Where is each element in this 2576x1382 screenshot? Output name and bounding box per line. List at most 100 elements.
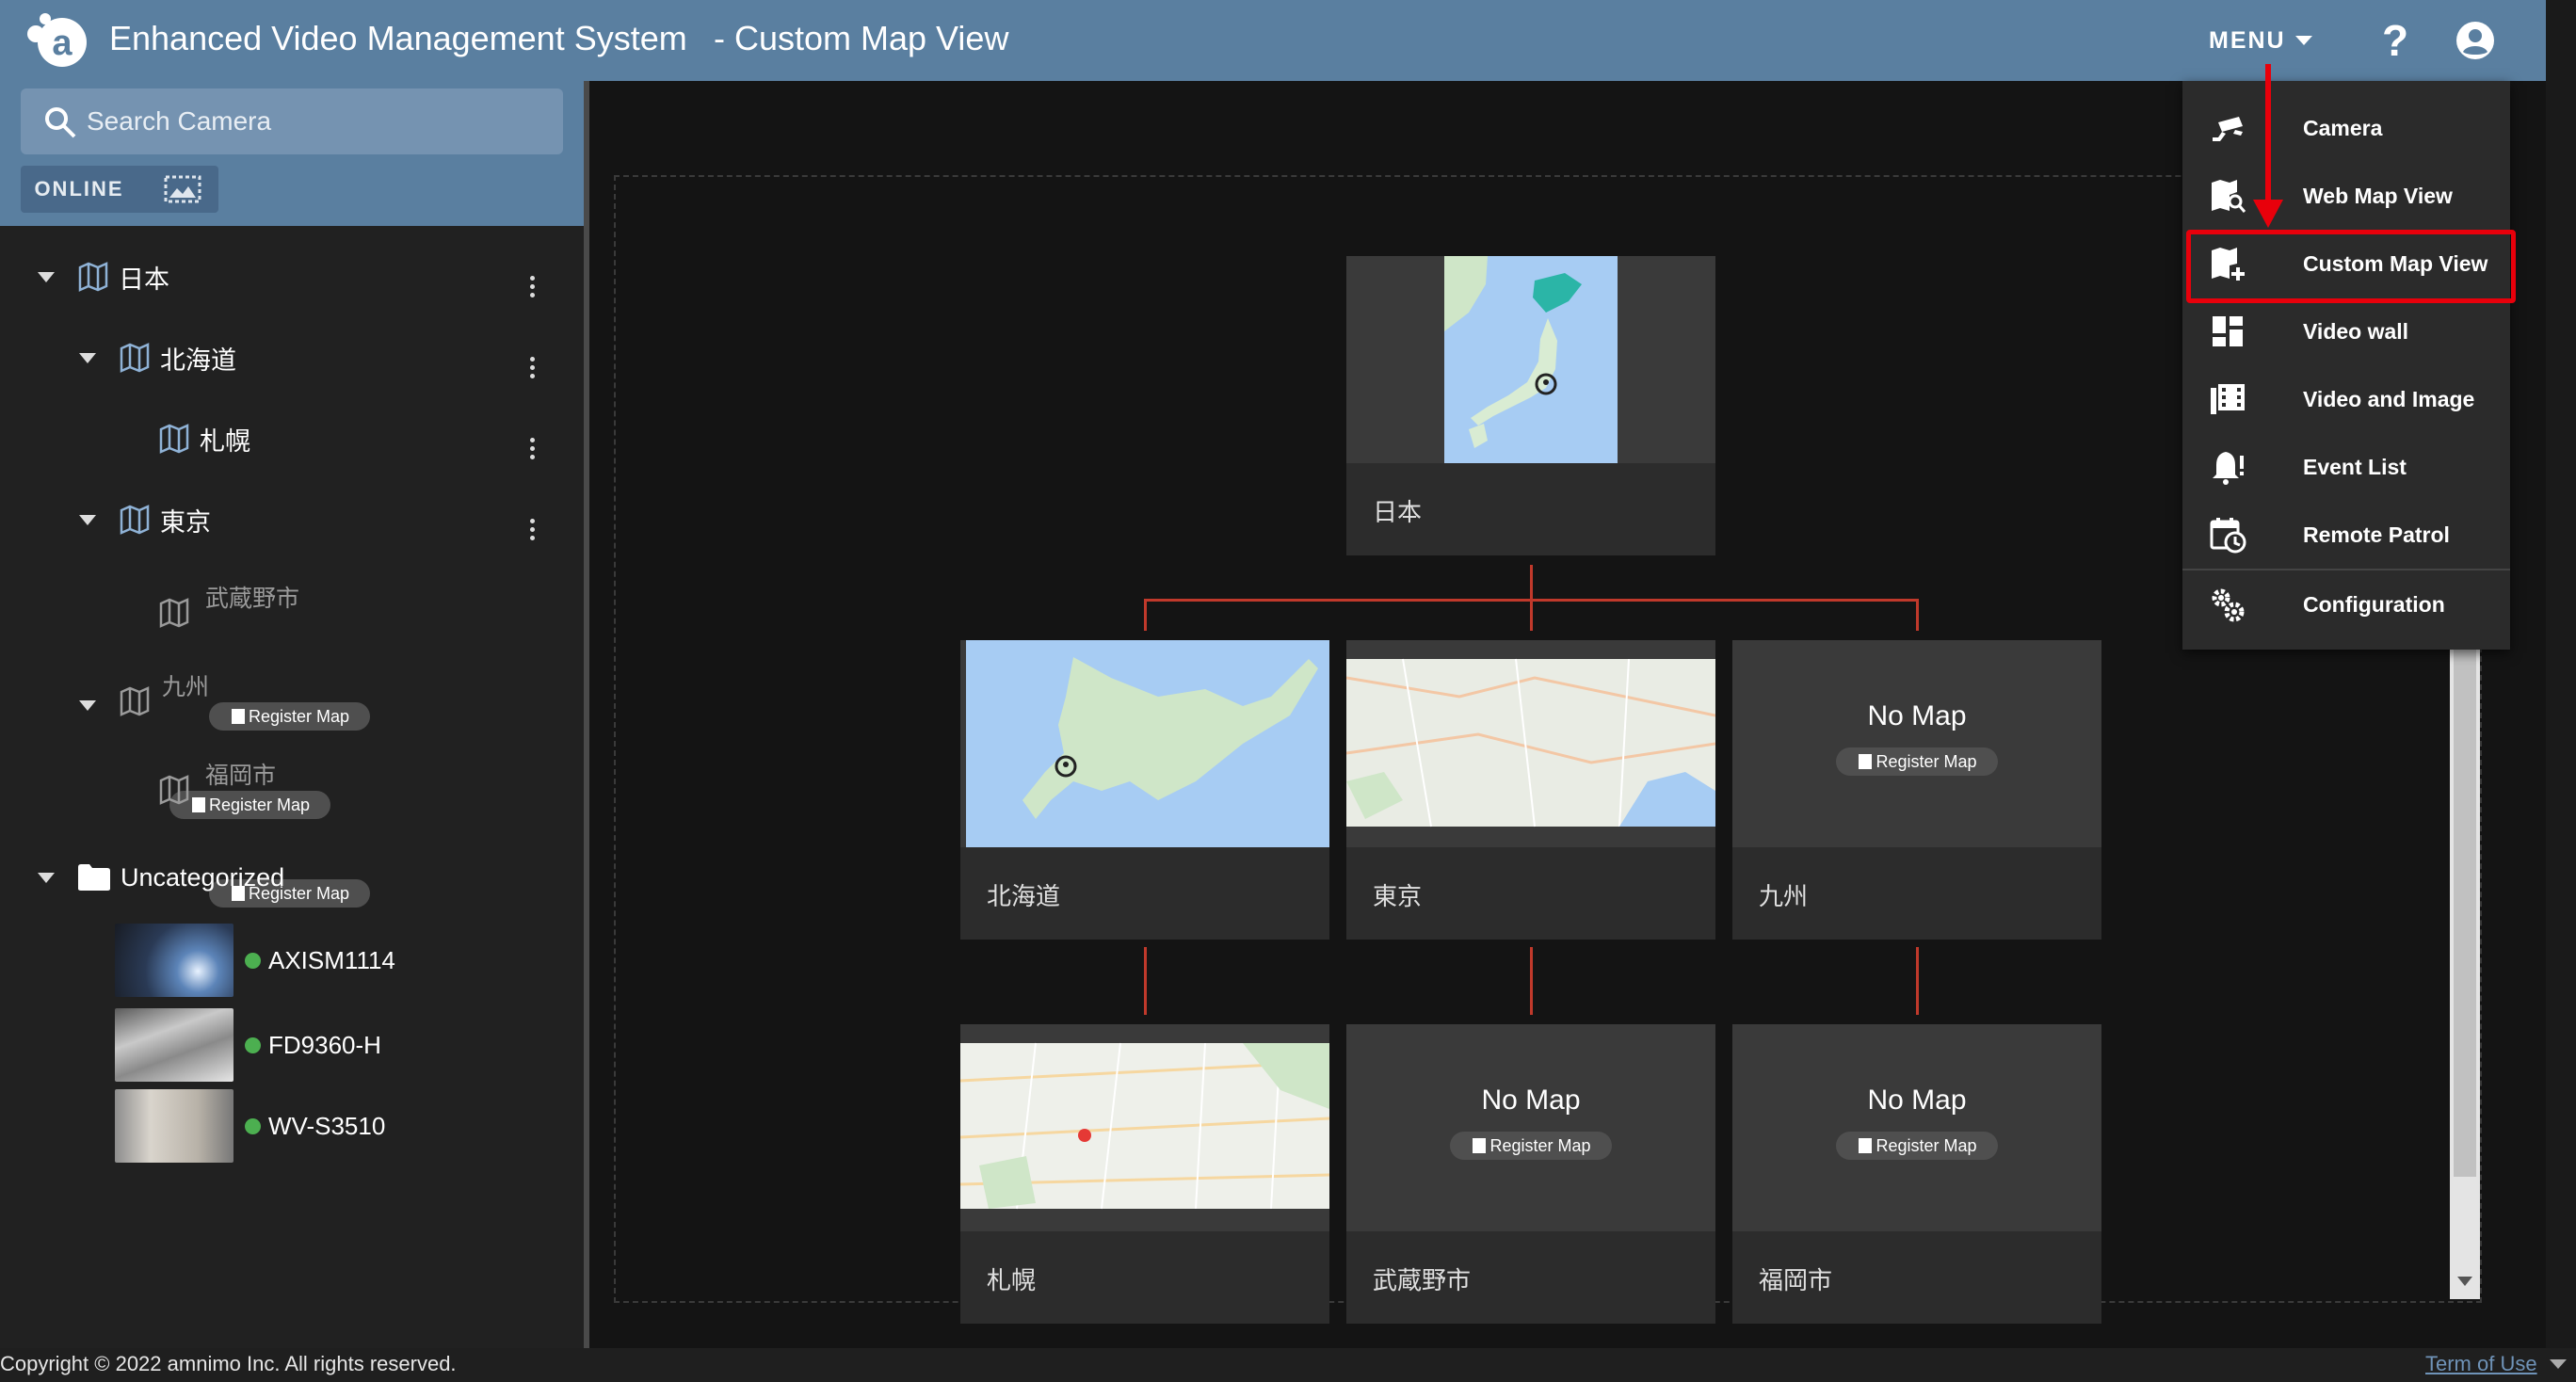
map-icon — [232, 709, 245, 724]
footer: Copyright © 2022 amnimo Inc. All rights … — [0, 1348, 2576, 1382]
map-icon — [1859, 1138, 1873, 1153]
bell-alert-icon — [2213, 452, 2244, 485]
menu-item-label: Web Map View — [2303, 183, 2453, 208]
menu-item-remote-patrol[interactable]: Remote Patrol — [2182, 501, 2510, 569]
menu-item-camera[interactable]: Camera — [2182, 94, 2510, 162]
tree-item-label: Uncategorized — [121, 862, 285, 892]
terms-of-use-link[interactable]: Term of Use — [2425, 1352, 2537, 1376]
more-vert-icon[interactable] — [528, 357, 536, 383]
view-filter-toggle: ONLINE — [21, 166, 218, 213]
tree-item-sapporo[interactable]: 札幌 — [158, 410, 250, 467]
top-bar: a Enhanced Video Management System - Cus… — [0, 0, 2546, 81]
menu-item-event-list[interactable]: Event List — [2182, 433, 2510, 501]
map-icon — [1473, 1138, 1487, 1153]
menu-item-label: Camera — [2303, 115, 2383, 140]
account-circle-icon[interactable] — [2455, 21, 2495, 60]
tree-item-tokyo[interactable]: 東京 — [79, 491, 211, 548]
app-root: a Enhanced Video Management System - Cus… — [0, 0, 2576, 1382]
map-thumbnail[interactable] — [1346, 640, 1715, 847]
map-thumbnail-empty[interactable]: No Map Register Map — [1346, 1024, 1715, 1231]
search-input[interactable] — [87, 88, 548, 154]
tree-item-hokkaido[interactable]: 北海道 — [79, 329, 236, 386]
map-thumbnail[interactable] — [960, 1024, 1329, 1231]
connector-line — [1916, 599, 1919, 631]
camera-item[interactable]: FD9360-H — [115, 1007, 381, 1083]
scroll-down-arrow-icon[interactable] — [2457, 1277, 2472, 1286]
map-node-fukuoka[interactable]: No Map Register Map 福岡市 — [1732, 1024, 2101, 1324]
scrollbar-thumb[interactable] — [2454, 650, 2476, 1177]
more-vert-icon[interactable] — [528, 438, 536, 464]
map-thumbnail[interactable] — [1346, 256, 1715, 463]
map-icon — [120, 505, 150, 535]
tree-item-uncategorized[interactable]: Uncategorized — [38, 849, 284, 906]
copyright-text: Copyright © 2022 amnimo Inc. All rights … — [0, 1352, 457, 1375]
map-node-tokyo[interactable]: 東京 — [1346, 640, 1715, 940]
thumbnail-toggle-icon[interactable] — [147, 173, 209, 205]
map-search-icon — [2212, 180, 2246, 213]
map-node-label: 東京 — [1373, 882, 1423, 910]
page-scroll-down-icon[interactable] — [2550, 1359, 2567, 1369]
menu-item-video-and-image[interactable]: Video and Image — [2182, 365, 2510, 433]
map-thumbnail-empty[interactable]: No Map Register Map — [1732, 1024, 2101, 1231]
tree-item-japan[interactable]: 日本 — [38, 249, 169, 305]
no-map-text: No Map — [1867, 700, 1967, 731]
camera-item[interactable]: AXISM1114 — [115, 923, 395, 998]
camera-name: WV-S3510 — [268, 1111, 386, 1140]
menu-button-label: MENU — [2209, 26, 2286, 54]
menu-item-configuration[interactable]: Configuration — [2182, 570, 2510, 638]
connector-line — [1144, 947, 1147, 1015]
help-icon[interactable]: ? — [2376, 13, 2414, 68]
map-icon — [159, 775, 189, 805]
tree-item-musashino[interactable]: 武蔵野市 — [205, 580, 299, 614]
search-icon — [45, 107, 76, 138]
map-thumbnail[interactable] — [960, 640, 1329, 847]
online-filter-button[interactable]: ONLINE — [21, 166, 137, 213]
chevron-down-icon[interactable] — [79, 514, 96, 525]
chevron-down-icon[interactable] — [38, 271, 55, 282]
map-node-label: 武蔵野市 — [1373, 1266, 1472, 1294]
map-icon — [120, 343, 150, 373]
register-map-button[interactable]: Register Map — [169, 791, 331, 819]
register-map-button[interactable]: Register Map — [1836, 1132, 1998, 1160]
calendar-clock-icon — [2210, 518, 2246, 554]
register-map-button[interactable]: Register Map — [209, 702, 371, 731]
register-map-button[interactable]: Register Map — [1450, 1132, 1612, 1160]
connector-line — [1916, 947, 1919, 1015]
chevron-down-icon[interactable] — [79, 700, 96, 711]
cctv-icon — [2213, 117, 2243, 141]
camera-thumbnail[interactable] — [115, 1008, 233, 1082]
map-node-japan[interactable]: 日本 — [1346, 256, 1715, 555]
map-node-label: 日本 — [1373, 498, 1423, 526]
map-icon — [159, 598, 189, 628]
menu-button[interactable]: MENU — [2209, 21, 2312, 60]
menu-item-web-map-view[interactable]: Web Map View — [2182, 162, 2510, 230]
map-node-sapporo[interactable]: 札幌 — [960, 1024, 1329, 1324]
register-map-label: Register Map — [249, 706, 350, 726]
online-status-dot — [245, 1117, 261, 1134]
map-node-hokkaido[interactable]: 北海道 — [960, 640, 1329, 940]
register-map-label: Register Map — [209, 795, 311, 814]
online-status-dot — [245, 952, 261, 969]
menu-item-video-wall[interactable]: Video wall — [2182, 297, 2510, 365]
tree-item-kyushu[interactable]: 九州 — [162, 668, 209, 702]
menu-item-label: Configuration — [2303, 591, 2445, 617]
annotation-arrow-line — [2265, 64, 2271, 205]
map-thumbnail-empty[interactable]: No Map Register Map — [1732, 640, 2101, 847]
camera-thumbnail[interactable] — [115, 924, 233, 997]
tree-item-fukuoka[interactable]: 福岡市 — [205, 757, 276, 791]
register-map-label: Register Map — [1876, 751, 1977, 771]
camera-thumbnail[interactable] — [115, 1089, 233, 1163]
chevron-down-icon[interactable] — [38, 872, 55, 883]
search-box[interactable] — [21, 88, 563, 154]
camera-item[interactable]: WV-S3510 — [115, 1088, 385, 1164]
map-node-musashino[interactable]: No Map Register Map 武蔵野市 — [1346, 1024, 1715, 1324]
camera-name: FD9360-H — [268, 1030, 381, 1059]
more-vert-icon[interactable] — [528, 519, 536, 545]
map-icon — [192, 797, 205, 812]
more-vert-icon[interactable] — [528, 276, 536, 302]
amnimo-logo-icon[interactable]: a — [24, 11, 96, 70]
no-map-text: No Map — [1481, 1085, 1581, 1116]
map-node-kyushu[interactable]: No Map Register Map 九州 — [1732, 640, 2101, 940]
chevron-down-icon[interactable] — [79, 352, 96, 363]
register-map-button[interactable]: Register Map — [1836, 747, 1998, 776]
